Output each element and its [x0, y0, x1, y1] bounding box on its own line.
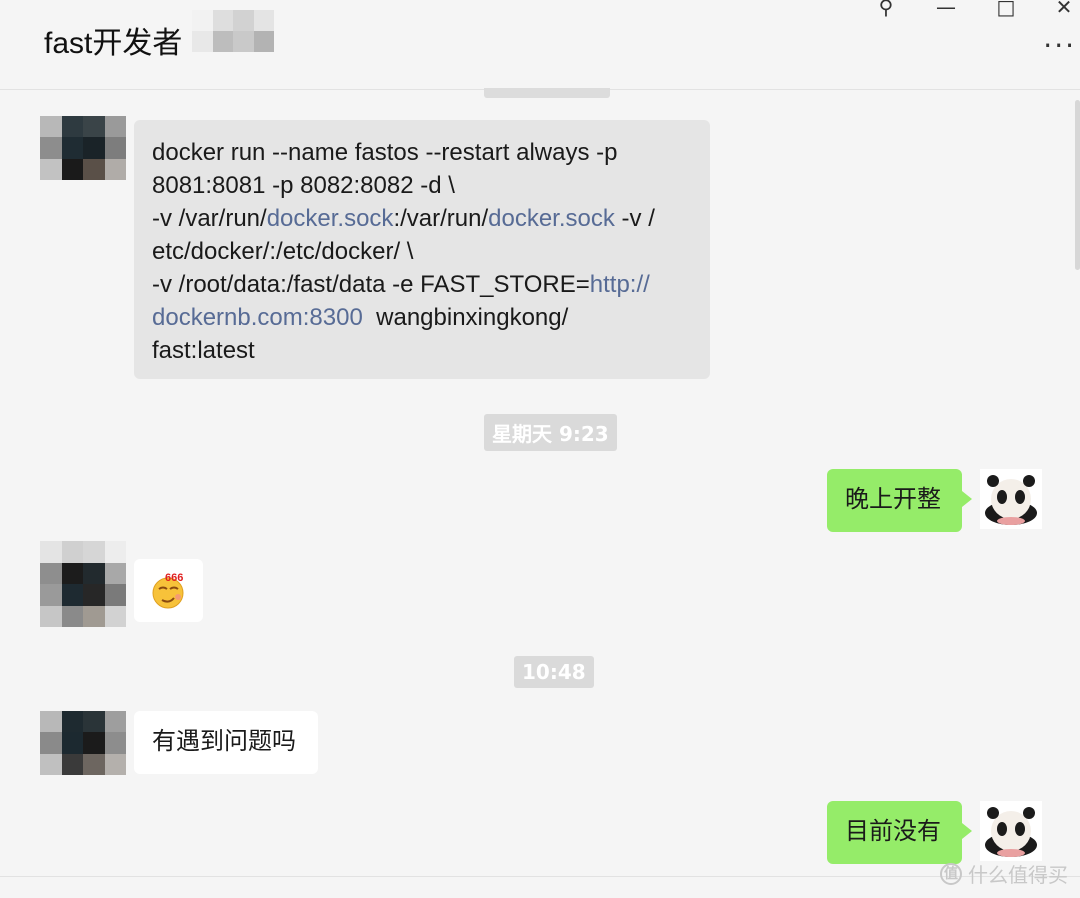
input-area-divider [0, 876, 1080, 877]
close-button[interactable]: ✕ [1052, 0, 1076, 17]
message-bubble-outgoing[interactable]: 目前没有 [827, 801, 972, 864]
scrollbar[interactable] [1075, 100, 1080, 270]
pin-icon[interactable]: ⚲ [874, 0, 898, 17]
message-code-bubble[interactable]: docker run --name fastos --restart alway… [134, 120, 710, 379]
chat-window: fast开发者 ⚲ — □ ✕ ··· docker run --name fa… [0, 0, 1080, 898]
message-link[interactable]: docker.sock [488, 205, 615, 232]
message-text: 晚上开整 [845, 486, 941, 513]
timestamp: 星期天 9:23 [484, 414, 617, 451]
message-bubble-incoming[interactable]: 有遇到问题吗 [134, 711, 318, 774]
timestamp: 10:48 [514, 656, 594, 688]
message-emoji-bubble[interactable]: 666 [134, 559, 203, 622]
watermark-text: 什么值得买 [968, 863, 1068, 887]
message-text: 有遇到问题吗 [152, 728, 296, 755]
previous-timestamp-stub [484, 88, 610, 98]
message-text-segment: :/var/run/ [393, 205, 489, 232]
avatar[interactable] [40, 541, 126, 627]
panda-avatar-icon [980, 469, 1042, 529]
redacted-name-mosaic [192, 10, 274, 52]
avatar[interactable] [40, 711, 126, 775]
maximize-button[interactable]: □ [994, 0, 1018, 17]
watermark: 值 什么值得买 [940, 859, 1068, 888]
emoji-badge: 666 [165, 572, 184, 584]
message-link[interactable]: docker.sock [267, 205, 394, 232]
message-bubble-outgoing[interactable]: 晚上开整 [827, 469, 972, 532]
panda-avatar-icon [980, 801, 1042, 861]
avatar-self[interactable] [980, 801, 1042, 861]
minimize-button[interactable]: — [934, 0, 958, 17]
message-text: 目前没有 [845, 818, 941, 845]
smirk-666-emoji-icon [152, 577, 184, 609]
avatar[interactable] [40, 116, 126, 180]
avatar-self[interactable] [980, 469, 1042, 529]
more-options-button[interactable]: ··· [1043, 32, 1076, 60]
chat-title: fast开发者 [44, 27, 183, 60]
chat-header: fast开发者 ⚲ — □ ✕ ··· [0, 0, 1080, 90]
watermark-logo-icon: 值 [940, 862, 962, 885]
